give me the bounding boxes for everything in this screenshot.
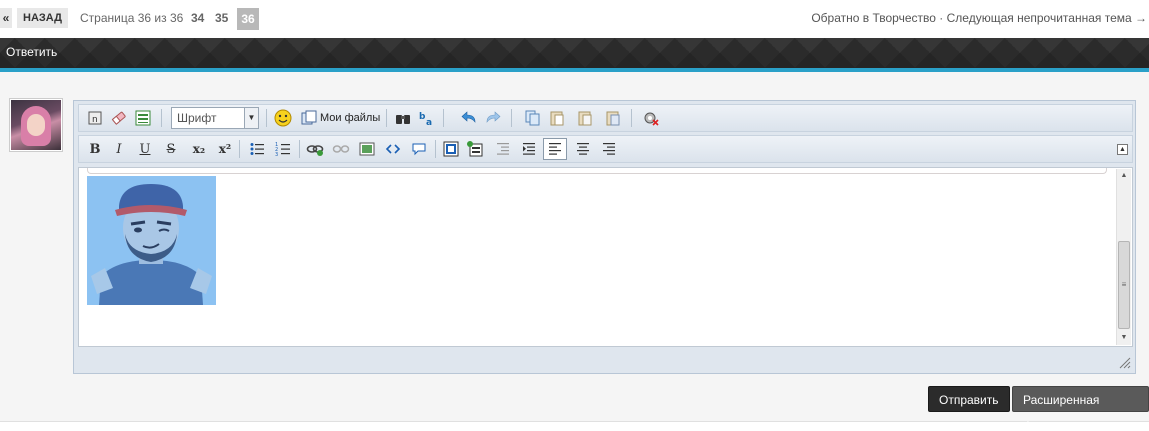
scroll-down-arrow-icon[interactable]: ▼ bbox=[1117, 331, 1131, 345]
code-icon[interactable] bbox=[383, 139, 403, 159]
align-right-icon[interactable] bbox=[599, 139, 619, 159]
unlink-icon[interactable] bbox=[331, 139, 351, 159]
pagination-bar: « НАЗАД Страница 36 из 36 34 35 36 Обрат… bbox=[0, 0, 1149, 38]
binoculars-icon[interactable] bbox=[393, 108, 413, 128]
copy-icon[interactable] bbox=[523, 108, 543, 128]
collapse-toolbar-button[interactable]: ▲ bbox=[1117, 144, 1128, 155]
cartoon-avatar-image[interactable] bbox=[87, 176, 216, 305]
my-files-label: Мои файлы bbox=[320, 112, 381, 124]
editor-content[interactable]: ▲ ≡ ▼ bbox=[78, 167, 1133, 347]
settings-icon[interactable] bbox=[641, 108, 661, 128]
my-files-icon bbox=[301, 110, 317, 125]
page-info: Страница 36 из 36 bbox=[80, 11, 184, 25]
resize-grip-icon[interactable] bbox=[1119, 357, 1131, 369]
paragraph-icon[interactable] bbox=[133, 108, 153, 128]
quote-block-edge bbox=[87, 168, 1107, 174]
quote-icon[interactable] bbox=[409, 139, 429, 159]
scroll-up-arrow-icon[interactable]: ▲ bbox=[1117, 169, 1131, 183]
back-button[interactable]: НАЗАД bbox=[17, 8, 68, 28]
avatar-image bbox=[11, 100, 61, 150]
editor-scrollbar[interactable]: ▲ ≡ ▼ bbox=[1116, 169, 1131, 345]
indent-icon[interactable] bbox=[519, 139, 539, 159]
font-select[interactable]: Шрифт ▼ bbox=[171, 107, 259, 129]
media-icon[interactable] bbox=[465, 139, 485, 159]
next-unread-link[interactable]: Следующая непрочитанная тема → bbox=[947, 11, 1147, 25]
svg-text:n: n bbox=[92, 115, 98, 125]
emoticon-icon[interactable] bbox=[273, 108, 293, 128]
current-page: 36 bbox=[237, 8, 259, 30]
font-select-value: Шрифт bbox=[177, 111, 217, 125]
source-icon[interactable]: n bbox=[85, 108, 105, 128]
svg-text:a: a bbox=[426, 118, 432, 126]
italic-icon[interactable]: I bbox=[109, 139, 129, 159]
paste-text-icon[interactable] bbox=[575, 108, 595, 128]
numbered-list-icon[interactable]: 123 bbox=[273, 139, 293, 159]
spoiler-icon[interactable] bbox=[441, 139, 461, 159]
redo-icon[interactable] bbox=[483, 108, 503, 128]
my-files-button[interactable]: Мои файлы bbox=[301, 108, 380, 128]
link-icon[interactable] bbox=[305, 139, 325, 159]
image-icon[interactable] bbox=[357, 139, 377, 159]
bold-icon[interactable]: B bbox=[85, 139, 105, 159]
page-link-35[interactable]: 35 bbox=[212, 8, 231, 28]
reply-area: n Шрифт ▼ Мои файлы b a B I U S x₂ x² 1 … bbox=[0, 72, 1149, 431]
align-center-icon[interactable] bbox=[573, 139, 593, 159]
first-page-button[interactable]: « bbox=[0, 8, 12, 28]
advanced-form-button[interactable]: Расширенная форма bbox=[1012, 386, 1149, 431]
reply-header: Ответить bbox=[0, 38, 1149, 68]
paste-icon[interactable] bbox=[547, 108, 567, 128]
link-separator: · bbox=[939, 11, 944, 25]
eraser-icon[interactable] bbox=[109, 108, 129, 128]
underline-icon[interactable]: U bbox=[135, 139, 155, 159]
superscript-icon[interactable]: x² bbox=[215, 139, 235, 159]
toolbar-row-1: n Шрифт ▼ Мои файлы b a bbox=[78, 104, 1133, 132]
toolbar-row-2: B I U S x₂ x² 123 ▲ bbox=[78, 135, 1133, 163]
paste-word-icon[interactable] bbox=[603, 108, 623, 128]
top-links: Обратно в Творчество · Следующая непрочи… bbox=[811, 10, 1147, 26]
reply-title: Ответить bbox=[6, 45, 58, 59]
chevron-down-icon: ▼ bbox=[244, 108, 258, 128]
subscript-icon[interactable]: x₂ bbox=[189, 139, 209, 159]
page-link-34[interactable]: 34 bbox=[188, 8, 207, 28]
back-to-forum-link[interactable]: Обратно в Творчество bbox=[811, 11, 936, 25]
strikethrough-icon[interactable]: S bbox=[161, 139, 181, 159]
svg-text:3: 3 bbox=[275, 152, 278, 157]
svg-text:b: b bbox=[419, 112, 426, 122]
undo-icon[interactable] bbox=[459, 108, 479, 128]
spellcheck-icon[interactable]: ba bbox=[417, 108, 437, 128]
scroll-thumb[interactable]: ≡ bbox=[1118, 241, 1130, 329]
user-avatar[interactable] bbox=[9, 98, 63, 152]
rich-text-editor: n Шрифт ▼ Мои файлы b a B I U S x₂ x² 1 … bbox=[73, 100, 1136, 374]
align-left-icon[interactable] bbox=[543, 138, 567, 160]
send-button[interactable]: Отправить bbox=[928, 386, 1010, 412]
outdent-icon[interactable] bbox=[493, 139, 513, 159]
bulleted-list-icon[interactable] bbox=[247, 139, 267, 159]
